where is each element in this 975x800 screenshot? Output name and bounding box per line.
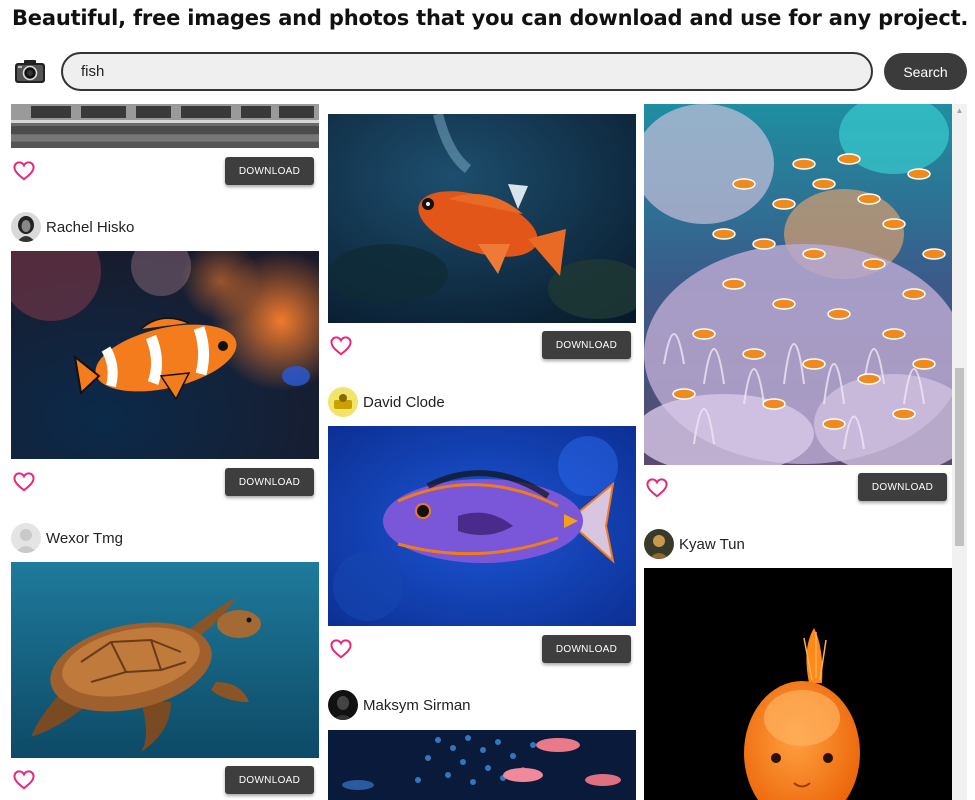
clownfish-anemone-reef-photo[interactable] (644, 104, 952, 465)
blue-tang-photo[interactable] (328, 426, 636, 626)
download-button[interactable]: DOWNLOAD (225, 468, 314, 496)
arrow-up-icon[interactable]: ▲ (952, 104, 967, 118)
clownfish-photo[interactable] (11, 251, 319, 459)
download-button[interactable]: DOWNLOAD (858, 473, 947, 501)
wooden-planks-photo[interactable] (11, 104, 319, 148)
page-title: Beautiful, free images and photos that y… (12, 6, 969, 30)
author-name: Maksym Sirman (363, 696, 471, 714)
sea-turtle-photo[interactable] (11, 562, 319, 758)
avatar (11, 523, 41, 553)
avatar (11, 212, 41, 242)
heart-icon[interactable] (13, 770, 35, 790)
photo-column: DOWNLOAD Kyaw Tun (644, 104, 952, 800)
heart-icon[interactable] (330, 336, 352, 356)
author-link[interactable]: David Clode (328, 386, 445, 418)
scrollbar[interactable]: ▲ (952, 104, 967, 800)
download-button[interactable]: DOWNLOAD (542, 635, 631, 663)
goldfish-black-background-photo[interactable] (644, 568, 952, 800)
author-name: David Clode (363, 393, 445, 411)
author-link[interactable]: Kyaw Tun (644, 528, 745, 560)
search-input[interactable] (61, 52, 873, 91)
avatar (328, 690, 358, 720)
camera-icon[interactable] (14, 58, 46, 84)
photo-column: DOWNLOAD Rachel Hisko DOWNLOAD Wexor Tmg… (11, 104, 319, 800)
search-button[interactable]: Search (884, 53, 967, 90)
aquarium-fish-school-photo[interactable] (328, 730, 636, 800)
avatar (644, 529, 674, 559)
heart-icon[interactable] (330, 639, 352, 659)
download-button[interactable]: DOWNLOAD (225, 157, 314, 185)
author-name: Rachel Hisko (46, 218, 135, 236)
author-name: Kyaw Tun (679, 535, 745, 553)
photo-column: DOWNLOAD David Clode DOWNLOAD Maksym Sir… (328, 104, 636, 800)
scrollbar-thumb[interactable] (955, 368, 964, 546)
download-button[interactable]: DOWNLOAD (542, 331, 631, 359)
heart-icon[interactable] (646, 478, 668, 498)
author-link[interactable]: Wexor Tmg (11, 522, 123, 554)
heart-icon[interactable] (13, 161, 35, 181)
author-link[interactable]: Maksym Sirman (328, 689, 471, 721)
heart-icon[interactable] (13, 472, 35, 492)
photo-grid: DOWNLOAD Rachel Hisko DOWNLOAD Wexor Tmg… (0, 104, 952, 800)
download-button[interactable]: DOWNLOAD (225, 766, 314, 794)
avatar (328, 387, 358, 417)
author-name: Wexor Tmg (46, 529, 123, 547)
author-link[interactable]: Rachel Hisko (11, 211, 134, 243)
orange-rockfish-photo[interactable] (328, 114, 636, 323)
